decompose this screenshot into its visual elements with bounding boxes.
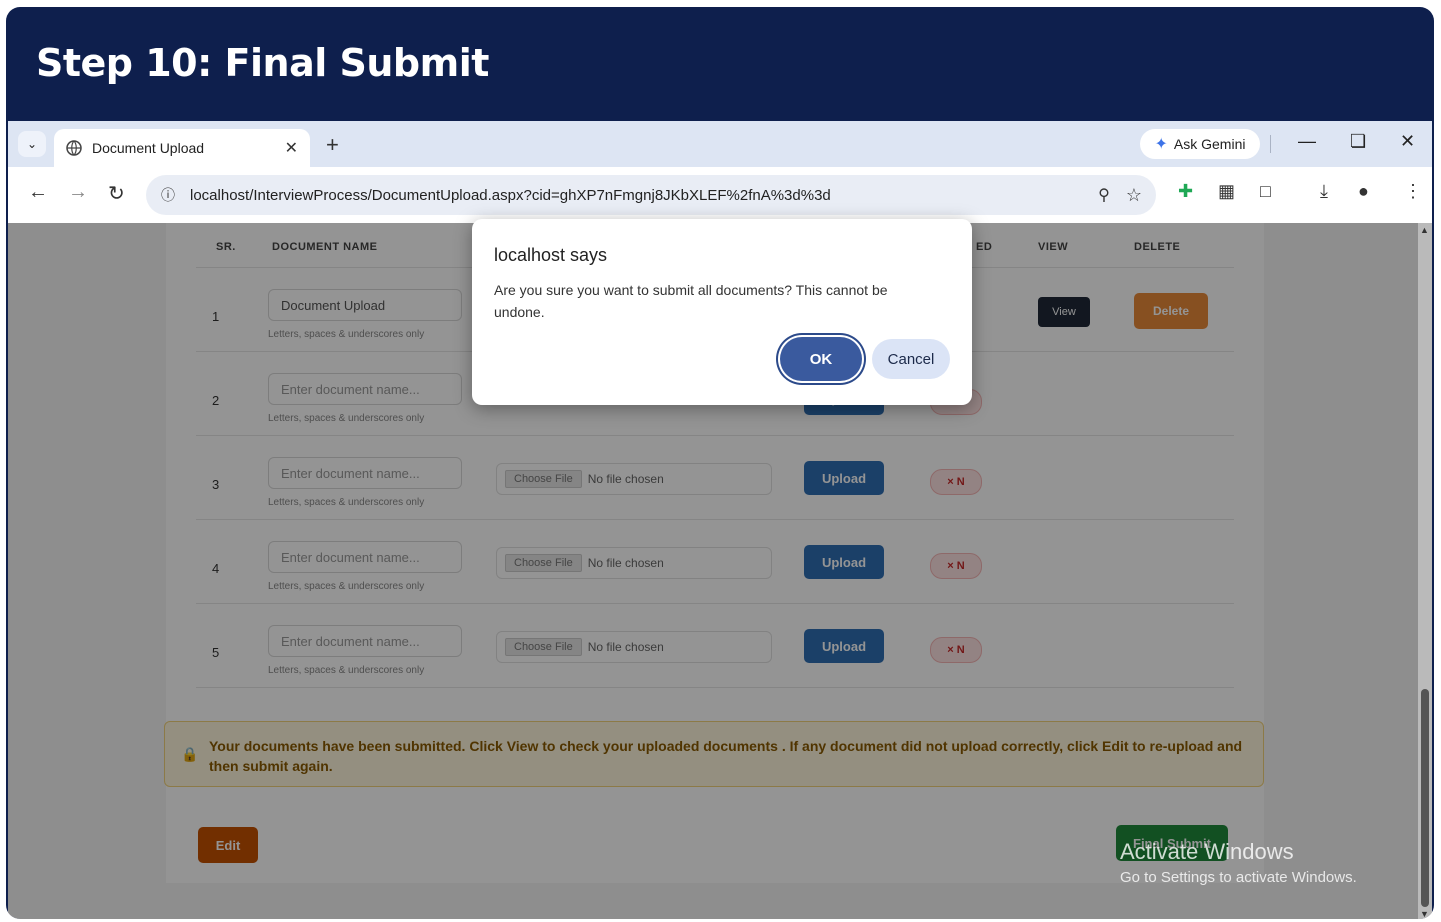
extension-plus-icon[interactable]: ✚ xyxy=(1178,181,1193,202)
browser-toolbar: ← → ↻ ⓘ localhost/InterviewProcess/Docum… xyxy=(8,167,1432,223)
forward-arrow-icon[interactable]: → xyxy=(68,181,88,204)
dialog-title: localhost says xyxy=(494,245,608,265)
tab-search-button[interactable]: ⌄ xyxy=(18,131,46,157)
more-menu-icon[interactable]: ⋮ xyxy=(1404,181,1422,202)
extension-calendar-icon[interactable]: ▦ xyxy=(1218,181,1235,202)
url-text[interactable]: localhost/InterviewProcess/DocumentUploa… xyxy=(190,187,1098,204)
globe-icon xyxy=(66,140,82,156)
bookmark-star-icon[interactable]: ☆ xyxy=(1126,185,1142,206)
scroll-up-icon[interactable]: ▲ xyxy=(1420,225,1429,235)
download-icon[interactable]: ⤓ xyxy=(1320,181,1328,202)
window-close-icon[interactable]: ✕ xyxy=(1400,131,1415,152)
minimize-icon[interactable]: — xyxy=(1298,131,1316,152)
slide-frame: Step 10: Final Submit ⌄ Document Upload … xyxy=(6,7,1434,919)
divider xyxy=(1270,135,1271,153)
restore-icon[interactable]: ❏ xyxy=(1350,131,1366,152)
ask-gemini-label: Ask Gemini xyxy=(1173,136,1246,152)
tab-document-upload[interactable]: Document Upload ✕ xyxy=(54,129,310,167)
tab-title: Document Upload xyxy=(92,140,205,156)
address-bar[interactable]: ⓘ localhost/InterviewProcess/DocumentUpl… xyxy=(146,175,1156,215)
back-arrow-icon[interactable]: ← xyxy=(28,181,48,204)
activate-windows-watermark: Activate Windows Go to Settings to activ… xyxy=(1120,839,1357,886)
browser-window: ⌄ Document Upload ✕ + ✦ Ask Gemini — ❏ ✕ xyxy=(8,121,1432,919)
reload-icon[interactable]: ↻ xyxy=(108,181,125,206)
step-title: Step 10: Final Submit xyxy=(36,41,489,85)
page-scrollbar[interactable]: ▲ ▼ xyxy=(1418,223,1432,919)
scrollbar-thumb[interactable] xyxy=(1421,689,1429,907)
site-info-icon[interactable]: ⓘ xyxy=(158,185,178,205)
ok-button[interactable]: OK xyxy=(780,337,862,381)
gemini-sparkle-icon: ✦ xyxy=(1154,136,1168,153)
ask-gemini-button[interactable]: ✦ Ask Gemini xyxy=(1140,129,1260,159)
scroll-down-icon[interactable]: ▼ xyxy=(1420,909,1429,919)
confirm-dialog: localhost says Are you sure you want to … xyxy=(472,219,972,405)
chevron-down-icon: ⌄ xyxy=(26,137,38,151)
tab-strip: ⌄ Document Upload ✕ + ✦ Ask Gemini — ❏ ✕ xyxy=(8,121,1432,167)
cancel-button[interactable]: Cancel xyxy=(872,339,950,379)
tab-close-icon[interactable]: ✕ xyxy=(285,138,298,158)
watermark-line-2: Go to Settings to activate Windows. xyxy=(1120,869,1357,886)
watermark-line-1: Activate Windows xyxy=(1120,839,1294,864)
dialog-message: Are you sure you want to submit all docu… xyxy=(494,282,888,320)
extensions-puzzle-icon[interactable]: □ xyxy=(1260,181,1271,202)
new-tab-button[interactable]: + xyxy=(326,132,339,158)
profile-avatar-icon[interactable]: ● xyxy=(1358,181,1369,202)
zoom-icon[interactable]: ⚲ xyxy=(1098,185,1110,205)
